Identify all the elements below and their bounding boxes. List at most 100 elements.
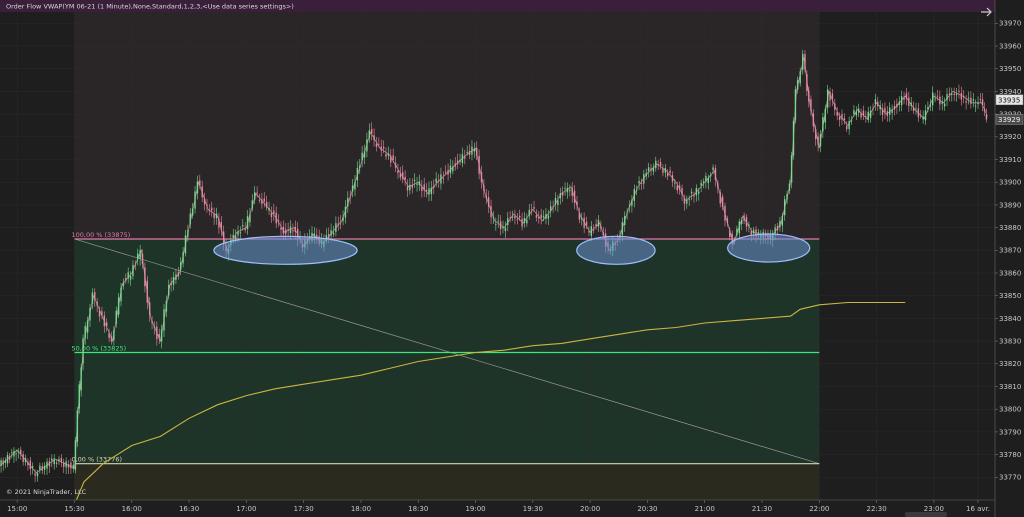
- candle-body: [182, 252, 184, 264]
- candle-body: [180, 262, 182, 270]
- fib-label: 100,00 % (33875): [71, 231, 130, 239]
- candle-body: [215, 213, 218, 219]
- x-tick-label: 18:00: [351, 505, 371, 513]
- candle-body: [418, 181, 421, 186]
- candle-body: [275, 212, 277, 224]
- highlight-ellipse[interactable]: [727, 233, 811, 263]
- candle-body: [0, 460, 2, 466]
- x-tick-label: 22:00: [809, 505, 829, 513]
- candle-body: [421, 186, 423, 191]
- candle-body: [29, 460, 32, 470]
- candle-body: [132, 264, 134, 277]
- candle-body: [690, 191, 693, 194]
- candle-body: [748, 224, 750, 227]
- candle-body: [981, 99, 984, 106]
- candle-body: [487, 197, 490, 207]
- candle-body: [76, 410, 79, 442]
- candle-body: [41, 466, 43, 471]
- candle-body: [879, 105, 881, 110]
- candle-body: [203, 198, 206, 205]
- candle-body: [564, 187, 566, 189]
- candle-body: [903, 97, 905, 100]
- candle-body: [951, 93, 953, 95]
- candle-body: [528, 209, 530, 216]
- candle-body: [674, 182, 676, 184]
- candle-body: [566, 187, 569, 193]
- horizontal-scrollbar[interactable]: [905, 512, 947, 517]
- x-tick-label: 16:00: [122, 505, 142, 513]
- candle-body: [497, 220, 499, 222]
- candle-body: [905, 93, 908, 99]
- candle-body: [270, 212, 273, 218]
- candle-body: [127, 272, 129, 279]
- candle-body: [729, 229, 731, 238]
- candle-body: [339, 221, 342, 223]
- candle-body: [831, 93, 834, 100]
- price-chart[interactable]: 100,00 % (33875)50,00 % (33825)0,00 % (3…: [0, 0, 1024, 517]
- candle-body: [941, 101, 943, 104]
- candle-body: [165, 300, 168, 312]
- candle-body: [662, 168, 664, 173]
- candle-body: [865, 115, 867, 117]
- candle-body: [294, 226, 297, 233]
- candle-body: [478, 155, 480, 174]
- candle-body: [6, 455, 9, 464]
- candle-body: [657, 164, 659, 165]
- candle-body: [514, 215, 516, 219]
- candle-body: [521, 218, 523, 227]
- candle-body: [122, 282, 125, 286]
- candle-body: [542, 216, 545, 218]
- candle-body: [476, 147, 478, 156]
- candle-body: [80, 367, 82, 391]
- candle-body: [912, 107, 915, 112]
- x-tick-label: 16 avr.: [966, 505, 990, 513]
- candle-body: [724, 205, 726, 221]
- candle-body: [454, 163, 456, 167]
- candle-body: [330, 230, 332, 236]
- candle-body: [819, 134, 822, 147]
- highlight-ellipse[interactable]: [576, 235, 656, 265]
- highlight-ellipse[interactable]: [213, 235, 358, 265]
- candle-body: [440, 174, 442, 184]
- candle-body: [428, 188, 430, 195]
- candle-body: [540, 214, 542, 218]
- candle-body: [32, 466, 34, 468]
- candle-body: [378, 144, 380, 146]
- candle-body: [437, 180, 440, 182]
- candle-body: [148, 302, 151, 316]
- candle-body: [153, 326, 156, 328]
- y-tick-label: 33790: [999, 428, 1021, 436]
- y-tick-label: 33840: [999, 315, 1021, 323]
- candle-body: [342, 216, 344, 221]
- candle-body: [480, 172, 483, 183]
- candle-body: [686, 199, 688, 204]
- candle-body: [853, 110, 855, 115]
- candle-body: [561, 192, 564, 196]
- candle-body: [896, 103, 898, 108]
- candle-body: [519, 215, 521, 218]
- candle-body: [70, 462, 72, 469]
- candle-body: [509, 217, 511, 218]
- candle-body: [67, 464, 70, 468]
- candle-body: [974, 105, 977, 107]
- candle-body: [232, 234, 234, 238]
- candle-body: [101, 311, 103, 316]
- candle-body: [516, 219, 519, 220]
- candle-body: [884, 107, 886, 113]
- candle-body: [20, 449, 22, 455]
- y-tick-label: 33890: [999, 201, 1021, 209]
- candle-body: [86, 320, 89, 333]
- candle-body: [855, 111, 858, 116]
- candle-body: [881, 108, 884, 115]
- candle-body: [91, 292, 94, 304]
- candle-body: [249, 214, 251, 223]
- candle-body: [898, 101, 900, 105]
- candle-body: [802, 53, 804, 70]
- candle-body: [547, 215, 550, 219]
- candle-body: [554, 197, 557, 205]
- candle-body: [222, 231, 225, 244]
- candle-body: [960, 93, 963, 100]
- candle-body: [246, 216, 249, 229]
- candle-body: [719, 192, 721, 204]
- candle-body: [390, 155, 392, 163]
